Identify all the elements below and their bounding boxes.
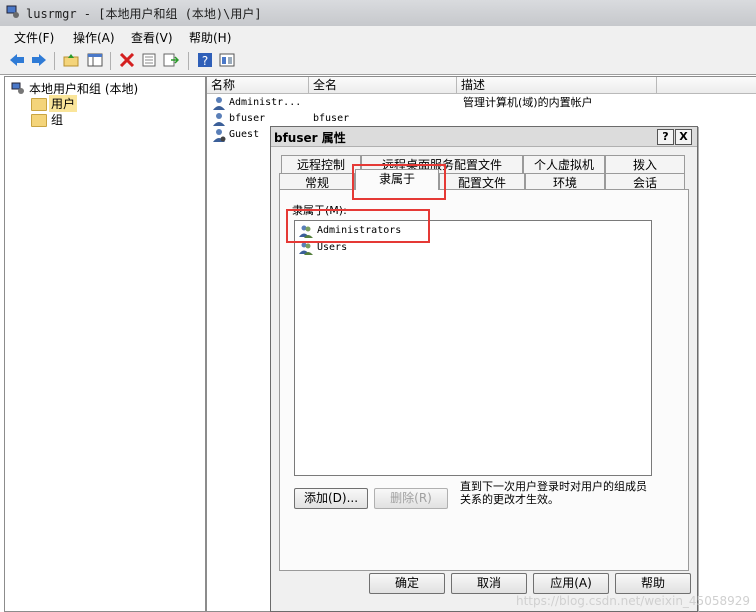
tab-member-of[interactable]: 隶属于 [355,169,439,190]
row-description: 管理计算机(域)的内置帐户 [463,96,593,109]
row-name: bfuser [229,113,266,124]
dialog-title: bfuser 属性 [274,131,346,145]
apply-button[interactable]: 应用(A) [533,573,609,594]
menu-help[interactable]: 帮助(H) [189,29,231,46]
local-users-groups-icon [11,82,24,94]
menu-bar: 文件(F) 操作(A) 查看(V) 帮助(H) [0,26,756,49]
toolbar-separator [188,52,189,70]
column-header-empty [657,77,756,94]
ok-button[interactable]: 确定 [369,573,445,594]
add-button[interactable]: 添加(D)... [294,488,368,509]
list-item[interactable]: Users [297,240,647,256]
tab-panel-member-of: 隶属于(M): Administrators Users 添加(D)... 删除… [279,189,689,571]
group-name: Administrators [317,225,402,236]
tab-dial-in[interactable]: 拨入 [605,155,685,173]
member-of-label: 隶属于(M): [292,204,347,217]
column-header-fullname[interactable]: 全名 [309,77,457,94]
folder-icon [31,98,47,111]
help-button[interactable]: ? [657,129,674,145]
toolbar-separator [110,52,111,70]
row-name: Guest [229,129,260,140]
export-list-icon[interactable] [162,51,180,69]
table-row[interactable]: bfuser bfuser [207,111,657,127]
help-icon[interactable]: ? [196,51,214,69]
folder-icon [31,114,47,127]
remove-button[interactable]: 删除(R) [374,488,448,509]
tree-pane: 本地用户和组 (本地) 用户 组 [4,76,206,612]
delete-icon[interactable] [118,51,136,69]
column-header-name[interactable]: 名称 [207,77,309,94]
forward-arrow-icon[interactable] [30,51,48,69]
tree-item-users[interactable]: 用户 [49,95,78,112]
column-header-description[interactable]: 描述 [457,77,657,94]
tab-personal-vm[interactable]: 个人虚拟机 [523,155,605,173]
close-button[interactable]: X [675,129,692,145]
svg-text:?: ? [202,54,208,68]
tab-remote-control[interactable]: 远程控制 [281,155,361,173]
group-icon [299,225,313,238]
show-hide-tree-icon[interactable] [86,51,104,69]
menu-action[interactable]: 操作(A) [73,29,115,46]
membership-note: 直到下一次用户登录时对用户的组成员关系的更改才生效。 [460,480,647,506]
menu-view[interactable]: 查看(V) [131,29,173,46]
row-name: Administr... [229,97,302,108]
computer-management-icon [6,5,19,18]
back-arrow-icon[interactable] [8,51,26,69]
help-text-button[interactable]: 帮助 [615,573,691,594]
group-icon [299,242,313,255]
properties-icon[interactable] [140,51,158,69]
group-list[interactable]: Administrators Users [294,220,652,476]
tree-item-groups[interactable]: 组 [51,111,63,128]
dialog-title-bar: bfuser 属性 ? X [271,127,697,147]
window-title: lusrmgr - [本地用户和组 (本地)\用户] [26,7,262,21]
user-disabled-icon [213,129,226,142]
tree-root-label[interactable]: 本地用户和组 (本地) [29,80,138,97]
cancel-button[interactable]: 取消 [451,573,527,594]
up-folder-icon[interactable] [62,51,80,69]
window-title-bar: lusrmgr - [本地用户和组 (本地)\用户] [0,0,756,27]
user-properties-dialog: bfuser 属性 ? X 远程控制 远程桌面服务配置文件 个人虚拟机 拨入 常… [270,126,698,612]
user-icon [213,113,225,126]
watermark-text: https://blog.csdn.net/weixin_45058929 [515,594,750,608]
toolbar: ? [0,48,756,75]
user-icon [213,97,225,110]
view-icon[interactable] [218,51,236,69]
list-item[interactable]: Administrators [297,223,647,239]
group-name: Users [317,242,348,253]
menu-file[interactable]: 文件(F) [14,29,54,46]
toolbar-separator [54,52,55,70]
row-fullname: bfuser [313,113,350,124]
table-row[interactable]: Administr... 管理计算机(域)的内置帐户 [207,95,657,111]
